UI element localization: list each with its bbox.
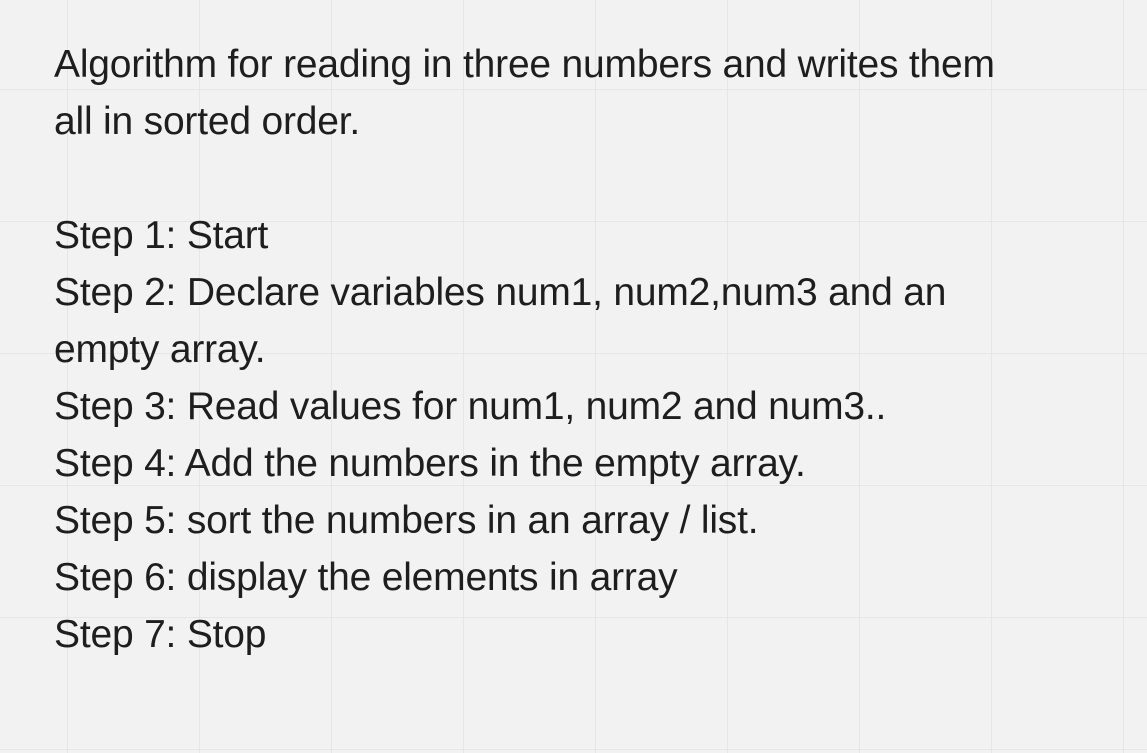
step-5: Step 5: sort the numbers in an array / l… bbox=[54, 499, 759, 542]
algorithm-note[interactable]: Algorithm for reading in three numbers a… bbox=[54, 36, 1054, 663]
step-6: Step 6: display the elements in array bbox=[54, 556, 678, 599]
whiteboard-canvas[interactable]: Algorithm for reading in three numbers a… bbox=[0, 0, 1147, 753]
algorithm-title: Algorithm for reading in three numbers a… bbox=[54, 43, 995, 143]
step-7: Step 7: Stop bbox=[54, 613, 267, 656]
step-2: Step 2: Declare variables num1, num2,num… bbox=[54, 271, 947, 371]
step-1: Step 1: Start bbox=[54, 214, 269, 257]
step-3: Step 3: Read values for num1, num2 and n… bbox=[54, 385, 887, 428]
step-4: Step 4: Add the numbers in the empty arr… bbox=[54, 442, 806, 485]
